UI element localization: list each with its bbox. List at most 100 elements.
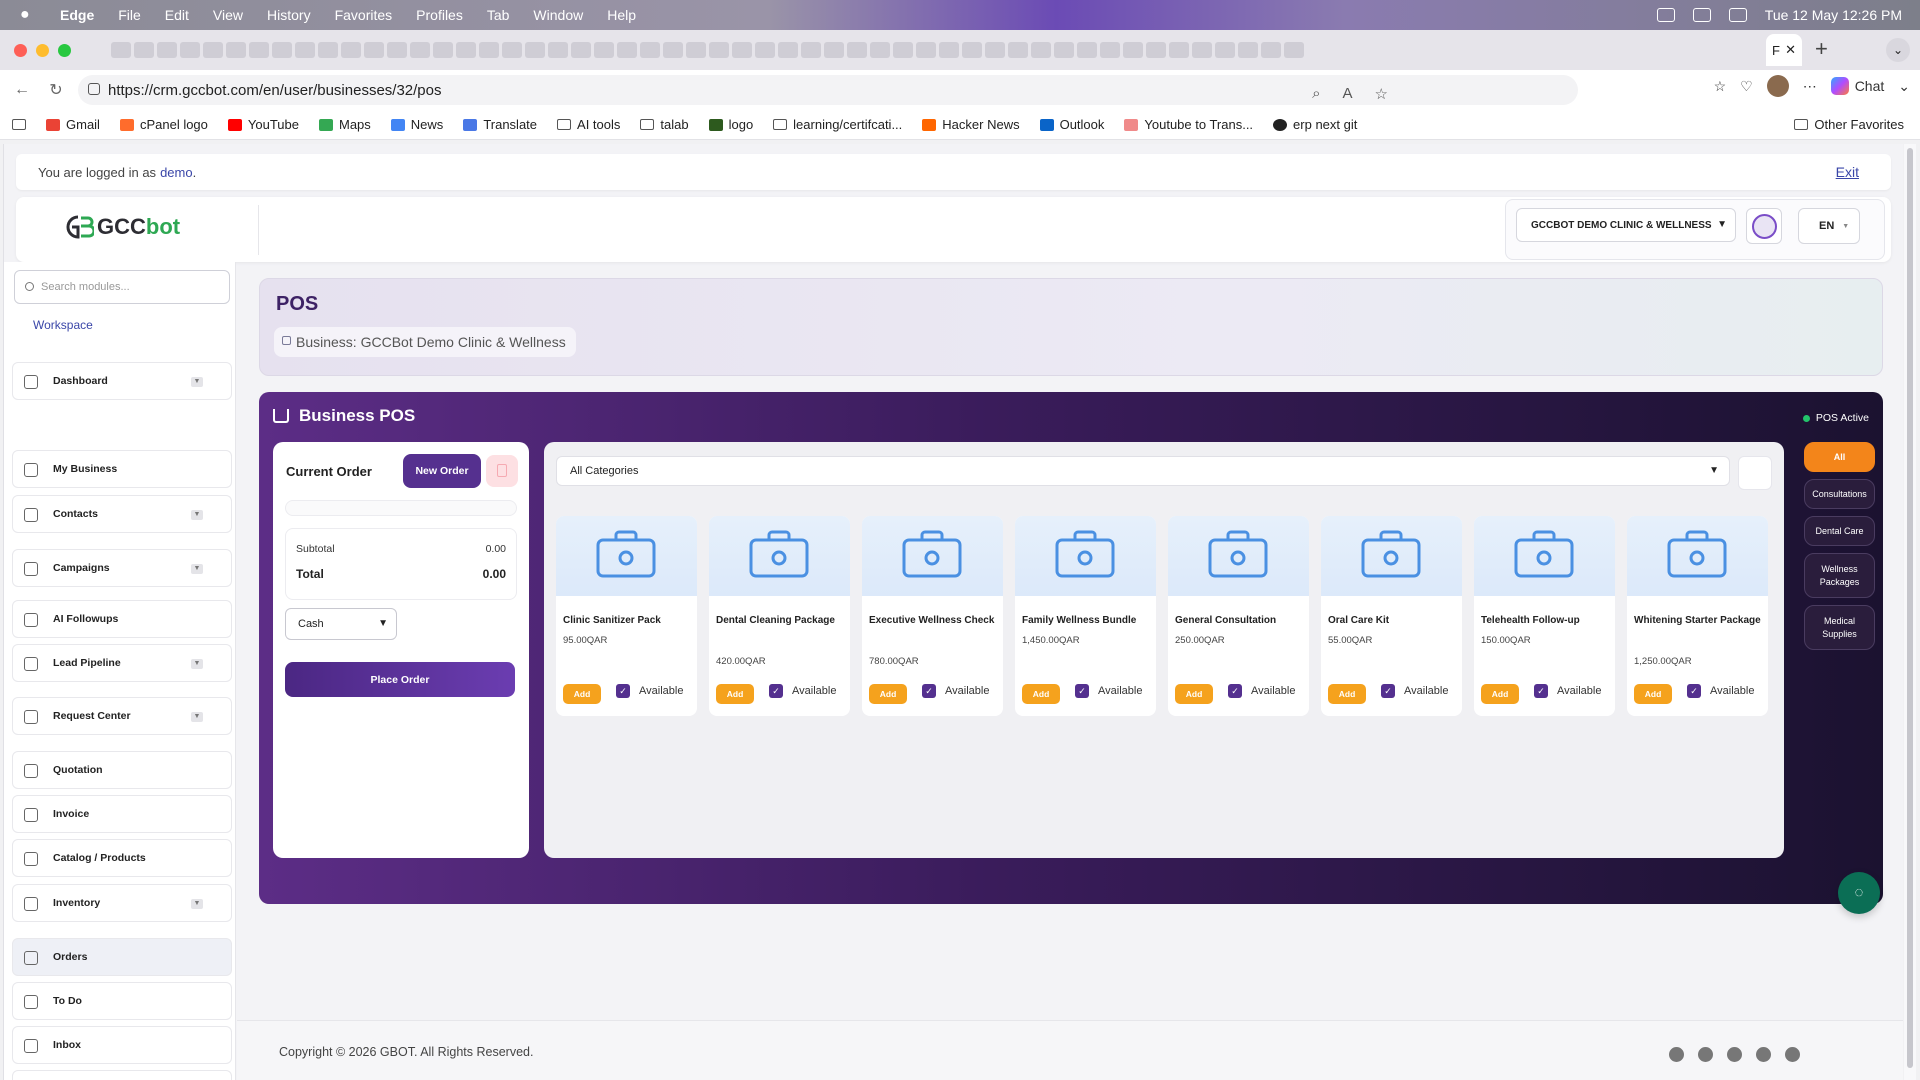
category-select[interactable]: All Categories ▼ <box>556 456 1730 486</box>
product-card[interactable]: Executive Wellness Check 780.00QAR Add ✓ Ava… <box>862 516 1003 716</box>
menu-edit[interactable]: Edit <box>165 7 189 23</box>
read-aloud-icon[interactable]: A <box>1343 85 1353 103</box>
browser-tab[interactable] <box>778 42 798 58</box>
bookmark-talab[interactable]: talab <box>640 117 689 132</box>
minimize-window-icon[interactable] <box>36 43 49 57</box>
facebook-icon[interactable] <box>1669 1047 1684 1062</box>
bookmark-maps[interactable]: Maps <box>319 117 371 132</box>
place-order-button[interactable]: Place Order <box>285 662 515 697</box>
more-icon[interactable]: ⋯ <box>1803 78 1817 95</box>
browser-tab[interactable] <box>1008 42 1028 58</box>
url-field[interactable]: https://crm.gccbot.com/en/user/businesse… <box>78 75 1578 105</box>
browser-tab[interactable] <box>985 42 1005 58</box>
add-to-order-button[interactable]: Add <box>1634 684 1672 704</box>
category-filter-all[interactable]: All <box>1804 442 1875 472</box>
other-favorites[interactable]: Other Favorites <box>1794 117 1904 132</box>
available-checkbox[interactable]: ✓ <box>1228 684 1242 698</box>
sidebar-item-my-business[interactable]: My Business <box>12 450 232 488</box>
bookmark-outlook[interactable]: Outlook <box>1039 117 1104 132</box>
available-checkbox[interactable]: ✓ <box>922 684 936 698</box>
page-scrollbar[interactable] <box>1904 144 1916 1080</box>
browser-tab[interactable] <box>1261 42 1281 58</box>
user-avatar-button[interactable] <box>1746 208 1782 244</box>
add-to-order-button[interactable]: Add <box>1328 684 1366 704</box>
browser-tab[interactable] <box>318 42 338 58</box>
business-select[interactable]: GCCBOT DEMO CLINIC & WELLNESS ▼ <box>1516 208 1736 242</box>
bookmark-news[interactable]: News <box>390 117 443 132</box>
sidebar-item-campaigns[interactable]: Campaigns ▼ <box>12 549 232 587</box>
available-checkbox[interactable]: ✓ <box>769 684 783 698</box>
login-username-link[interactable]: demo <box>160 165 193 180</box>
category-filter-consultations[interactable]: Consultations <box>1804 479 1875 509</box>
browser-tab[interactable] <box>548 42 568 58</box>
browser-tab[interactable] <box>939 42 959 58</box>
profile-avatar[interactable] <box>1766 75 1789 97</box>
clear-order-button[interactable] <box>486 455 518 487</box>
scrollbar-thumb[interactable] <box>1907 148 1913 1068</box>
browser-tab[interactable] <box>962 42 982 58</box>
browser-tab[interactable] <box>1146 42 1166 58</box>
gccbot-logo[interactable]: GCC bot <box>64 213 180 241</box>
browser-tab[interactable] <box>571 42 591 58</box>
sidebar-item-inbox[interactable]: Inbox <box>12 1026 232 1064</box>
chevron-down-icon[interactable]: ▼ <box>191 899 203 909</box>
available-checkbox[interactable]: ✓ <box>1075 684 1089 698</box>
apple-menu-icon[interactable]: ● <box>20 6 46 24</box>
browser-tab[interactable] <box>663 42 683 58</box>
bookmark-youtube[interactable]: YouTube <box>227 117 299 132</box>
chevron-down-icon[interactable]: ▼ <box>191 564 203 574</box>
category-filter-dental-care[interactable]: Dental Care <box>1804 516 1875 546</box>
browser-tab[interactable] <box>364 42 384 58</box>
browser-tab[interactable] <box>1054 42 1074 58</box>
product-card[interactable]: Family Wellness Bundle 1,450.00QAR Add ✓ Ava… <box>1015 516 1156 716</box>
copilot-chat-button[interactable]: Chat <box>1830 77 1884 95</box>
menu-view[interactable]: View <box>213 7 243 23</box>
browser-tab[interactable] <box>686 42 706 58</box>
chevron-down-icon[interactable]: ▼ <box>191 659 203 669</box>
bookmark-cpanel[interactable]: cPanel logo <box>119 117 208 132</box>
available-checkbox[interactable]: ✓ <box>1687 684 1701 698</box>
menu-help[interactable]: Help <box>607 7 636 23</box>
browser-tab[interactable] <box>272 42 292 58</box>
new-order-button[interactable]: New Order <box>403 454 481 488</box>
browser-tab[interactable] <box>1215 42 1235 58</box>
add-to-order-button[interactable]: Add <box>1022 684 1060 704</box>
zoom-icon[interactable]: ⌕ <box>1312 85 1320 103</box>
browser-tab[interactable] <box>801 42 821 58</box>
bookmark-translate[interactable]: Translate <box>463 117 537 132</box>
browser-tab[interactable] <box>203 42 223 58</box>
browser-tab[interactable] <box>916 42 936 58</box>
product-card[interactable]: Clinic Sanitizer Pack 95.00QAR Add ✓ Availab… <box>556 516 697 716</box>
available-checkbox[interactable]: ✓ <box>616 684 630 698</box>
language-select[interactable]: EN ▼ <box>1798 208 1860 244</box>
sidebar-toggle-icon[interactable] <box>12 119 26 130</box>
category-filter-wellness-packages[interactable]: Wellness Packages <box>1804 553 1875 598</box>
product-card[interactable]: Dental Cleaning Package 420.00QAR Add ✓ Avai… <box>709 516 850 716</box>
product-card[interactable]: General Consultation 250.00QAR Add ✓ Availab… <box>1168 516 1309 716</box>
browser-tab[interactable] <box>709 42 729 58</box>
bookmark-hacker-news[interactable]: Hacker News <box>922 117 1020 132</box>
pinterest-icon[interactable] <box>1785 1047 1800 1062</box>
browser-tab[interactable] <box>893 42 913 58</box>
browser-tab[interactable] <box>479 42 499 58</box>
browser-tab[interactable] <box>249 42 269 58</box>
browser-tab[interactable] <box>1238 42 1258 58</box>
sidebar-item-inventory[interactable]: Inventory ▼ <box>12 884 232 922</box>
browser-tab[interactable] <box>134 42 154 58</box>
sidebar-item-orders[interactable]: Orders <box>12 938 232 976</box>
browser-tab[interactable] <box>387 42 407 58</box>
browser-tab[interactable] <box>1284 42 1304 58</box>
bookmark-learning[interactable]: learning/certifcati... <box>773 117 902 132</box>
battery-icon[interactable] <box>1692 8 1711 22</box>
wifi-icon[interactable] <box>1728 8 1747 22</box>
browser-tab[interactable] <box>847 42 867 58</box>
browser-tab[interactable] <box>870 42 890 58</box>
bookmark-ai-tools[interactable]: AI tools <box>557 117 620 132</box>
site-info-icon[interactable] <box>88 83 100 95</box>
menu-window[interactable]: Window <box>533 7 583 23</box>
sidebar-item-quotation[interactable]: Quotation <box>12 751 232 789</box>
sidebar-item-business-settings[interactable]: Business Settings <box>12 1070 232 1080</box>
instagram-icon[interactable] <box>1727 1047 1742 1062</box>
product-search-button[interactable] <box>1738 456 1772 490</box>
sidebar-item-lead-pipeline[interactable]: Lead Pipeline ▼ <box>12 644 232 682</box>
